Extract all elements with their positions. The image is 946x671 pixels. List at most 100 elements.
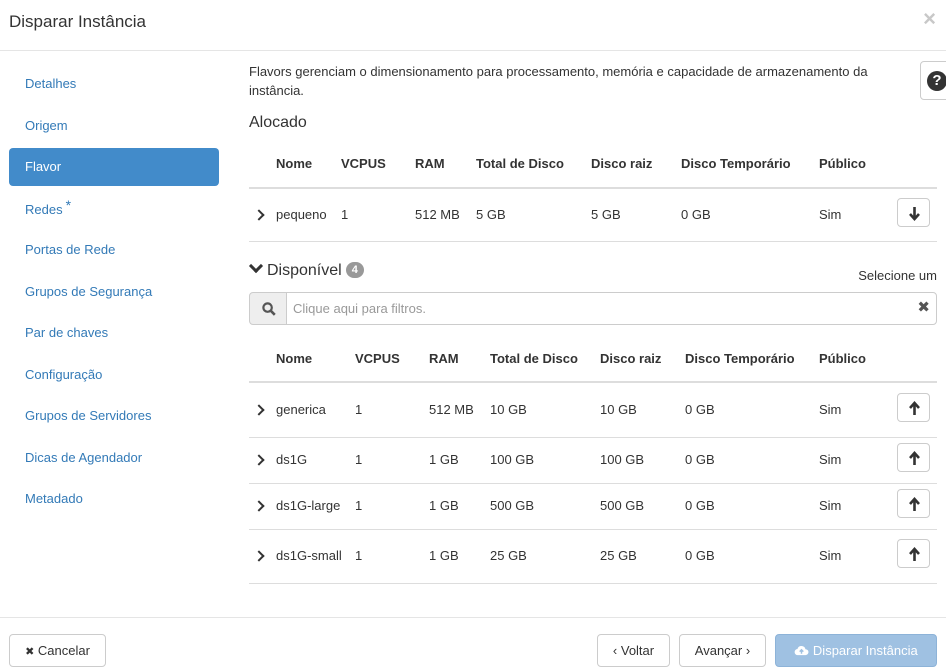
cell-total-disk: 25 GB: [490, 548, 527, 563]
nav-item-label: Grupos de Segurança: [25, 283, 153, 299]
allocate-button[interactable]: [897, 539, 930, 568]
flavor-name: ds1G: [276, 452, 308, 467]
chevron-right-icon[interactable]: [253, 550, 265, 562]
cell-vcpus: 1: [355, 548, 363, 563]
nav-item-label: Origem: [25, 117, 68, 133]
cloud-upload-icon: [794, 646, 809, 656]
available-table: Nome VCPUS RAM Total de Disco Disco raiz…: [249, 335, 937, 584]
column-header[interactable]: RAM: [415, 139, 476, 188]
column-header[interactable]: Total de Disco: [490, 335, 600, 382]
cell-public: Sim: [819, 548, 842, 563]
chevron-right-icon[interactable]: [253, 454, 265, 466]
column-header[interactable]: VCPUS: [355, 335, 429, 382]
nav-item-flavor[interactable]: Flavor: [9, 148, 219, 186]
chevron-down-icon: [248, 258, 264, 274]
cell-ram: 512 MB: [415, 206, 460, 222]
column-header[interactable]: Disco Temporário: [685, 335, 819, 382]
allocate-button[interactable]: [897, 443, 930, 472]
chevron-right-icon[interactable]: [253, 209, 265, 221]
flavor-name: ds1G-large: [276, 498, 341, 513]
modal-footer: ✖ Cancelar ‹ Voltar Avançar › Disparar I…: [0, 617, 946, 671]
table-row: ds1G-large 1 1 GB 500 GB 500 GB 0 GB Sim: [249, 483, 937, 529]
nav-item-portas-de-rede[interactable]: Portas de Rede: [9, 231, 219, 269]
chevron-right-icon[interactable]: [253, 404, 265, 416]
cell-ram: 512 MB: [429, 401, 474, 417]
nav-item-label: Portas de Rede: [25, 242, 116, 257]
required-asterisk-icon: *: [65, 196, 72, 213]
arrow-down-icon: [909, 206, 920, 221]
cell-ram: 1 GB: [429, 548, 459, 563]
table-row: pequeno 1 512 MB 5 GB 5 GB 0 GB Sim: [249, 188, 937, 241]
deallocate-button[interactable]: [897, 197, 930, 227]
column-header[interactable]: Disco raiz: [600, 335, 685, 382]
nav-item-dicas-de-agendador[interactable]: Dicas de Agendador: [9, 439, 219, 477]
nav-item-grupos-de-seguranca[interactable]: Grupos de Segurança: [9, 273, 219, 311]
column-header[interactable]: Público: [819, 139, 897, 188]
allocated-table: Nome VCPUS RAM Total de Disco Disco raiz…: [249, 139, 937, 242]
cell-ram: 1 GB: [429, 452, 459, 467]
modal-header: Disparar Instância ×: [0, 0, 946, 51]
column-header[interactable]: Disco raiz: [591, 139, 681, 188]
nav-item-label: Redes: [25, 201, 63, 217]
chevron-right-icon[interactable]: [253, 500, 265, 512]
chevron-left-icon: ‹: [612, 643, 618, 658]
nav-item-label: Flavor: [25, 159, 62, 174]
wizard-nav: Detalhes Origem Flavor Redes * Portas de …: [9, 65, 219, 522]
column-header[interactable]: Nome: [276, 139, 341, 188]
nav-item-label: Configuração: [25, 366, 103, 382]
column-header[interactable]: Disco Temporário: [681, 139, 819, 188]
nav-item-redes[interactable]: Redes *: [9, 190, 219, 228]
modal-title: Disparar Instância: [9, 12, 147, 31]
cell-vcpus: 1: [355, 498, 363, 513]
help-button[interactable]: ?: [920, 61, 946, 100]
column-header[interactable]: Total de Disco: [476, 139, 591, 188]
flavor-step-content: Flavors gerenciam o dimensionamento para…: [249, 62, 937, 100]
cell-public: Sim: [819, 498, 842, 513]
cell-vcpus: 1: [341, 206, 349, 222]
arrow-up-icon: [909, 451, 920, 465]
column-header[interactable]: Público: [819, 335, 897, 382]
search-addon: [249, 292, 287, 325]
cell-ram: 1 GB: [429, 498, 459, 513]
close-icon[interactable]: ×: [923, 8, 936, 30]
table-row: generica 1 512 MB 10 GB 10 GB 0 GB Sim: [249, 382, 937, 437]
flavor-name: generica: [276, 401, 326, 417]
cell-total-disk: 100 GB: [490, 452, 535, 467]
nav-item-par-de-chaves[interactable]: Par de chaves: [9, 314, 219, 352]
next-button[interactable]: Avançar ›: [679, 634, 766, 667]
search-input[interactable]: [286, 292, 937, 325]
allocated-title: Alocado: [249, 114, 307, 131]
close-icon: ✖: [25, 646, 35, 658]
cell-total-disk: 5 GB: [476, 206, 506, 222]
column-header[interactable]: RAM: [429, 335, 490, 382]
filter-search: ✖: [249, 292, 937, 325]
back-button[interactable]: ‹ Voltar: [597, 634, 670, 667]
launch-instance-button[interactable]: Disparar Instância: [775, 634, 937, 667]
nav-item-label: Grupos de Servidores: [25, 408, 152, 423]
available-title-toggle[interactable]: Disponível 4: [248, 258, 364, 280]
cell-root-disk: 25 GB: [600, 548, 637, 563]
allocate-button[interactable]: [897, 489, 930, 518]
nav-item-grupos-de-servidores[interactable]: Grupos de Servidores: [9, 397, 219, 435]
column-header[interactable]: Nome: [276, 335, 355, 382]
cancel-label: Cancelar: [37, 643, 90, 658]
nav-item-detalhes[interactable]: Detalhes: [9, 65, 219, 103]
column-header[interactable]: VCPUS: [341, 139, 415, 188]
nav-item-origem[interactable]: Origem: [9, 107, 219, 145]
select-one-hint: Selecione um: [858, 268, 937, 283]
cell-public: Sim: [819, 401, 842, 417]
cell-root-disk: 500 GB: [600, 498, 645, 513]
clear-filter-icon[interactable]: ✖: [917, 300, 930, 315]
cell-total-disk: 10 GB: [490, 401, 527, 417]
cell-vcpus: 1: [355, 452, 363, 467]
cancel-button[interactable]: ✖ Cancelar: [9, 634, 106, 667]
cell-temp-disk: 0 GB: [685, 452, 715, 467]
arrow-up-icon: [909, 497, 920, 511]
nav-item-metadado[interactable]: Metadado: [9, 480, 219, 518]
arrow-up-icon: [909, 400, 920, 415]
allocate-button[interactable]: [897, 392, 930, 422]
cell-root-disk: 10 GB: [600, 401, 637, 417]
nav-item-configuracao[interactable]: Configuração: [9, 356, 219, 394]
cell-temp-disk: 0 GB: [681, 206, 711, 222]
launch-label: Disparar Instância: [812, 643, 918, 658]
